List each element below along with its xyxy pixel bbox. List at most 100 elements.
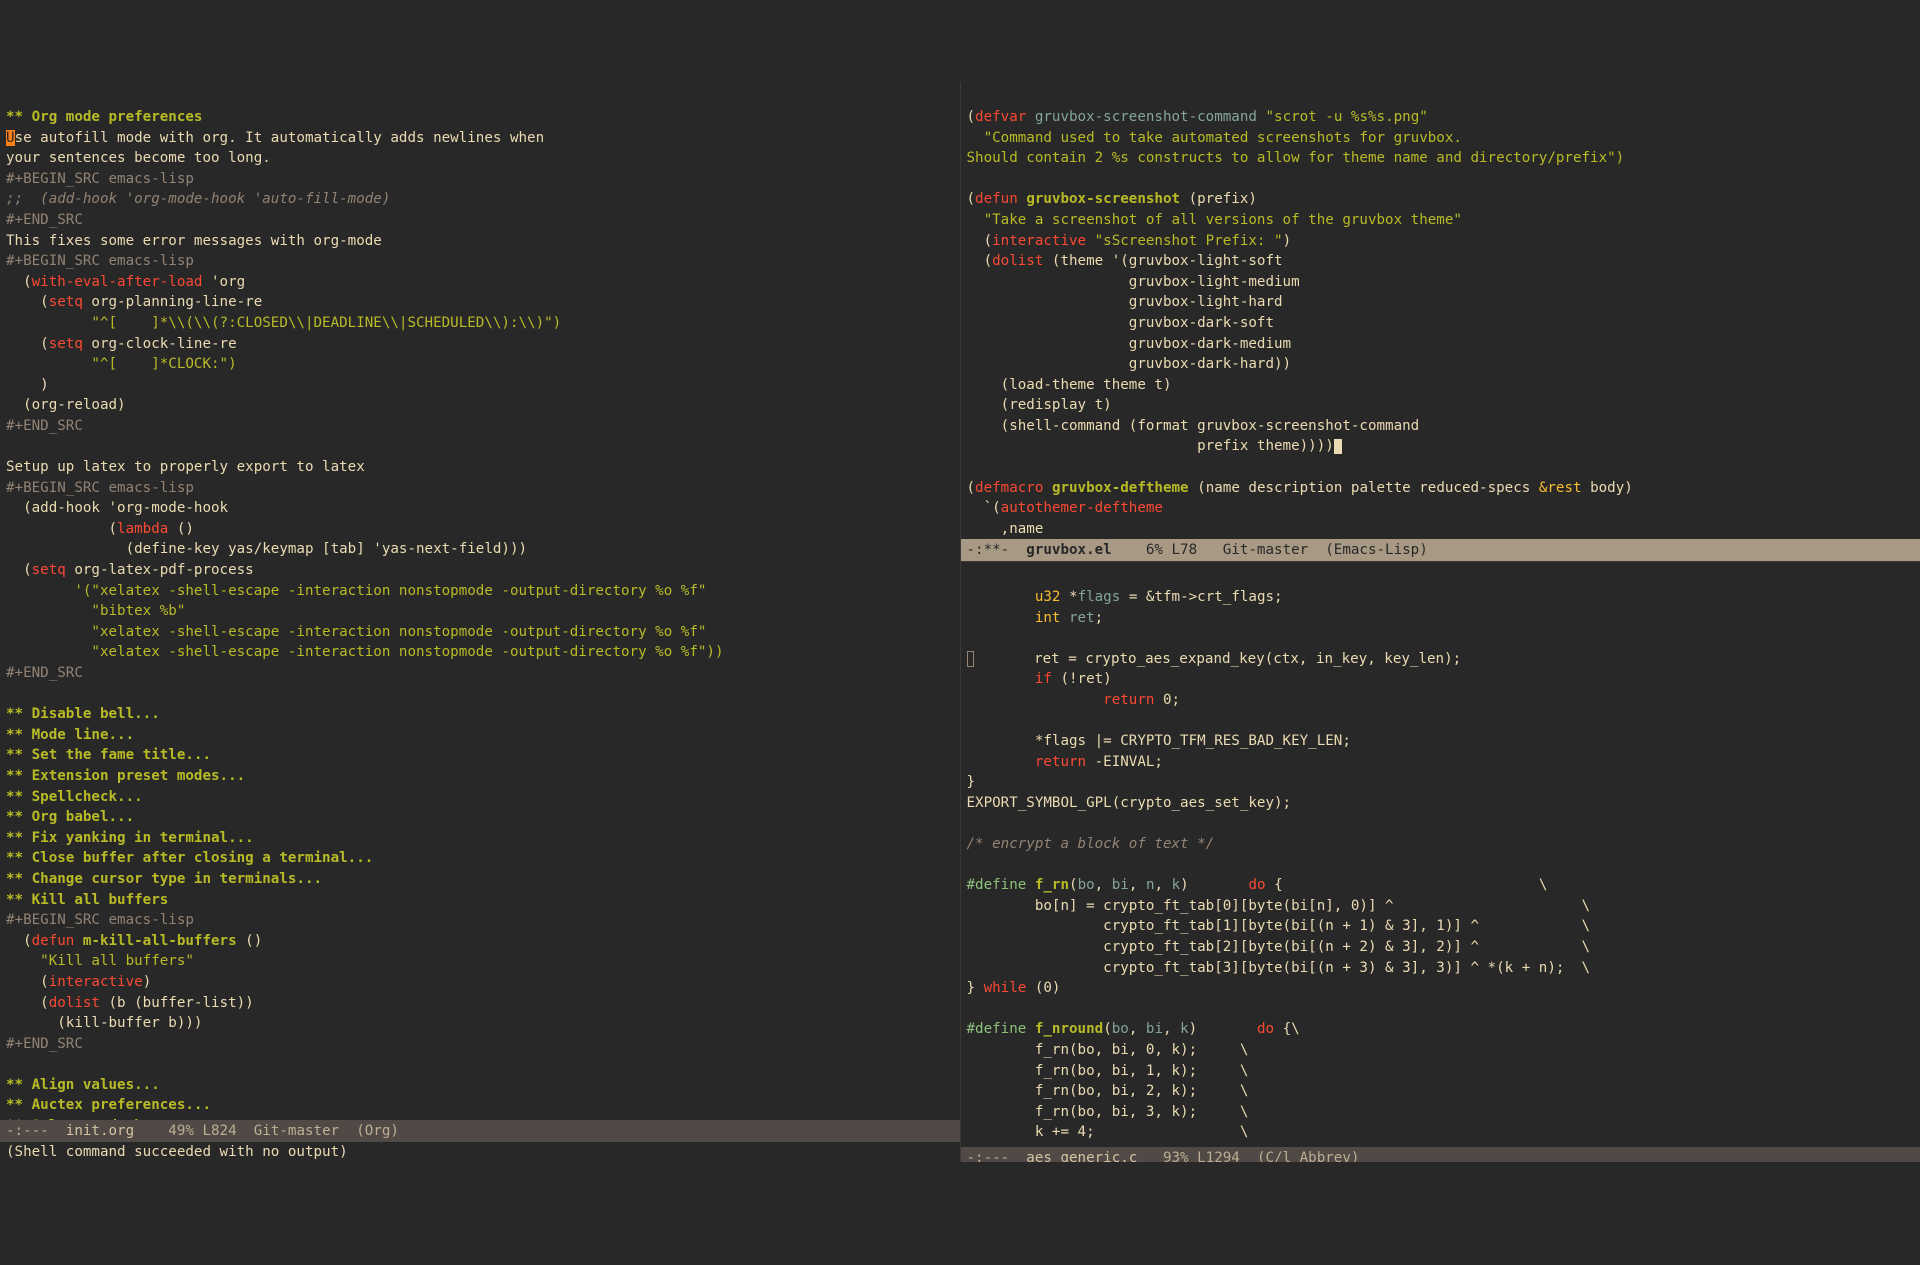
code-line: (setq org-planning-line-re: [6, 294, 262, 310]
src-begin: #+BEGIN_SRC emacs-lisp: [6, 253, 194, 269]
code-line: gruvbox-light-hard: [967, 294, 1283, 310]
org-heading: ** Spellcheck...: [6, 789, 143, 805]
code-line: f_rn(bo, bi, 3, k); \: [967, 1104, 1249, 1120]
code-line: (kill-buffer b))): [6, 1015, 202, 1031]
commented-code: ;; (add-hook 'org-mode-hook 'auto-fill-m…: [6, 191, 390, 207]
right-bot-buffer[interactable]: u32 *flags = &tfm->crt_flags; int ret; r…: [961, 562, 1920, 1147]
src-end: #+END_SRC: [6, 665, 83, 681]
code-line: } while (0): [967, 980, 1061, 996]
emacs-frame: ** Org mode preferences Use autofill mod…: [0, 82, 1920, 1162]
code-line: if (!ret): [967, 671, 1112, 687]
ml-pos: 6% L78: [1112, 540, 1223, 561]
right-bot-window[interactable]: u32 *flags = &tfm->crt_flags; int ret; r…: [961, 562, 1920, 1162]
code-line: gruvbox-dark-hard)): [967, 356, 1292, 372]
left-buffer[interactable]: ** Org mode preferences Use autofill mod…: [0, 82, 960, 1119]
ml-buffer-name: gruvbox.el: [1026, 540, 1111, 561]
code-line: (interactive): [6, 974, 151, 990]
right-column: (defvar gruvbox-screenshot-command "scro…: [961, 82, 1920, 1162]
code-line: (shell-command (format gruvbox-screensho…: [967, 418, 1420, 434]
code-line: gruvbox-dark-soft: [967, 315, 1275, 331]
org-heading: ** Disable bell...: [6, 706, 160, 722]
ml-buffer-name: init.org: [66, 1121, 134, 1142]
code-line: (dolist (b (buffer-list)): [6, 995, 254, 1011]
code-line: (add-hook 'org-mode-hook: [6, 500, 228, 516]
right-top-modeline[interactable]: -:**- gruvbox.el 6% L78 Git-master (Emac…: [961, 539, 1920, 562]
code-line: (setq org-clock-line-re: [6, 336, 237, 352]
org-heading: ** Close buffer after closing a terminal…: [6, 850, 373, 866]
ml-flags: -:---: [967, 1148, 1027, 1162]
src-begin: #+BEGIN_SRC emacs-lisp: [6, 912, 194, 928]
code-line: #define f_nround(bo, bi, k) do {\: [967, 1021, 1300, 1037]
src-end: #+END_SRC: [6, 418, 83, 434]
ml-flags: -:**-: [967, 540, 1027, 561]
right-bot-modeline[interactable]: -:--- aes_generic.c 93% L1294 (C/l Abbre…: [961, 1147, 1920, 1162]
ml-flags: -:---: [6, 1121, 66, 1142]
code-line: (define-key yas/keymap [tab] 'yas-next-f…: [6, 541, 527, 557]
code-line: (interactive "sScreenshot Prefix: "): [967, 233, 1292, 249]
left-modeline[interactable]: -:--- init.org 49% L824 Git-master (Org): [0, 1120, 960, 1143]
right-top-window[interactable]: (defvar gruvbox-screenshot-command "scro…: [961, 82, 1920, 562]
org-heading: ** Change cursor type in terminals...: [6, 871, 322, 887]
body-text: se autofill mode with org. It automatica…: [15, 130, 545, 146]
code-line: f_rn(bo, bi, 1, k); \: [967, 1063, 1249, 1079]
body-text: Setup up latex to properly export to lat…: [6, 459, 365, 475]
code-line: "bibtex %b": [6, 603, 185, 619]
src-begin: #+BEGIN_SRC emacs-lisp: [6, 480, 194, 496]
code-line: gruvbox-light-medium: [967, 274, 1300, 290]
org-heading: ** Extension preset modes...: [6, 768, 245, 784]
code-line: ): [6, 377, 49, 393]
code-line: Should contain 2 %s constructs to allow …: [967, 150, 1625, 166]
code-line: f_rn(bo, bi, 0, k); \: [967, 1042, 1249, 1058]
code-line: "^[ ]*CLOCK:"): [6, 356, 237, 372]
code-line: #define f_rn(bo, bi, n, k) do { \: [967, 877, 1548, 893]
code-line: *flags |= CRYPTO_TFM_RES_BAD_KEY_LEN;: [967, 733, 1351, 749]
ml-mode: (C/l Abbrev): [1257, 1148, 1360, 1162]
code-line: u32 *flags = &tfm->crt_flags;: [967, 589, 1283, 605]
code-line: "Kill all buffers": [6, 953, 194, 969]
code-line: "xelatex -shell-escape -interaction nons…: [6, 644, 724, 660]
code-line: crypto_ft_tab[1][byte(bi[(n + 1) & 3], 1…: [967, 918, 1591, 934]
org-heading: ** Align values...: [6, 1077, 160, 1093]
body-text: your sentences become too long.: [6, 150, 271, 166]
src-begin: #+BEGIN_SRC emacs-lisp: [6, 171, 194, 187]
right-top-buffer[interactable]: (defvar gruvbox-screenshot-command "scro…: [961, 82, 1920, 538]
code-line: crypto_ft_tab[2][byte(bi[(n + 2) & 3], 2…: [967, 939, 1591, 955]
code-line: return -EINVAL;: [967, 754, 1163, 770]
ml-vc: Git-master: [1223, 540, 1326, 561]
code-line: int ret;: [967, 610, 1104, 626]
code-line: (dolist (theme '(gruvbox-light-soft: [967, 253, 1283, 269]
code-line: (defvar gruvbox-screenshot-command "scro…: [967, 109, 1428, 125]
echo-area: (Shell command succeeded with no output): [0, 1142, 960, 1162]
left-window[interactable]: ** Org mode preferences Use autofill mod…: [0, 82, 961, 1162]
cursor: [1334, 439, 1343, 455]
code-line: (defmacro gruvbox-deftheme (name descrip…: [967, 480, 1633, 496]
code-line: ret = crypto_aes_expand_key(ctx, in_key,…: [967, 651, 1462, 667]
code-line: "Take a screenshot of all versions of th…: [967, 212, 1462, 228]
code-line: "^[ ]*\\(\\(?:CLOSED\\|DEADLINE\\|SCHEDU…: [6, 315, 561, 331]
src-end: #+END_SRC: [6, 1036, 83, 1052]
code-line: EXPORT_SYMBOL_GPL(crypto_aes_set_key);: [967, 795, 1292, 811]
code-line: (org-reload): [6, 397, 126, 413]
org-heading: ** Auctex preferences...: [6, 1097, 211, 1113]
code-line: prefix theme)))): [967, 438, 1343, 454]
code-line: ,name: [967, 521, 1044, 537]
ml-mode: (Org): [356, 1121, 399, 1142]
ml-mode: (Emacs-Lisp): [1325, 540, 1428, 561]
code-line: (redisplay t): [967, 397, 1112, 413]
code-line: (with-eval-after-load 'org: [6, 274, 245, 290]
code-line: /* encrypt a block of text */: [967, 836, 1215, 852]
org-heading: ** Org babel...: [6, 809, 134, 825]
code-line: `(autothemer-deftheme: [967, 500, 1163, 516]
code-line: (setq org-latex-pdf-process: [6, 562, 254, 578]
code-line: crypto_ft_tab[3][byte(bi[(n + 3) & 3], 3…: [967, 960, 1591, 976]
ml-vc: Git-master: [254, 1121, 357, 1142]
code-line: (defun gruvbox-screenshot (prefix): [967, 191, 1257, 207]
body-text: This fixes some error messages with org-…: [6, 233, 382, 249]
code-line: gruvbox-dark-medium: [967, 336, 1292, 352]
ml-pos: 49% L824: [134, 1121, 254, 1142]
code-line: return 0;: [967, 692, 1181, 708]
ml-pos: 93% L1294: [1137, 1148, 1257, 1162]
code-line: "Command used to take automated screensh…: [967, 130, 1462, 146]
org-heading: ** Set the fame title...: [6, 747, 211, 763]
org-heading: ** Kill all buffers: [6, 892, 168, 908]
